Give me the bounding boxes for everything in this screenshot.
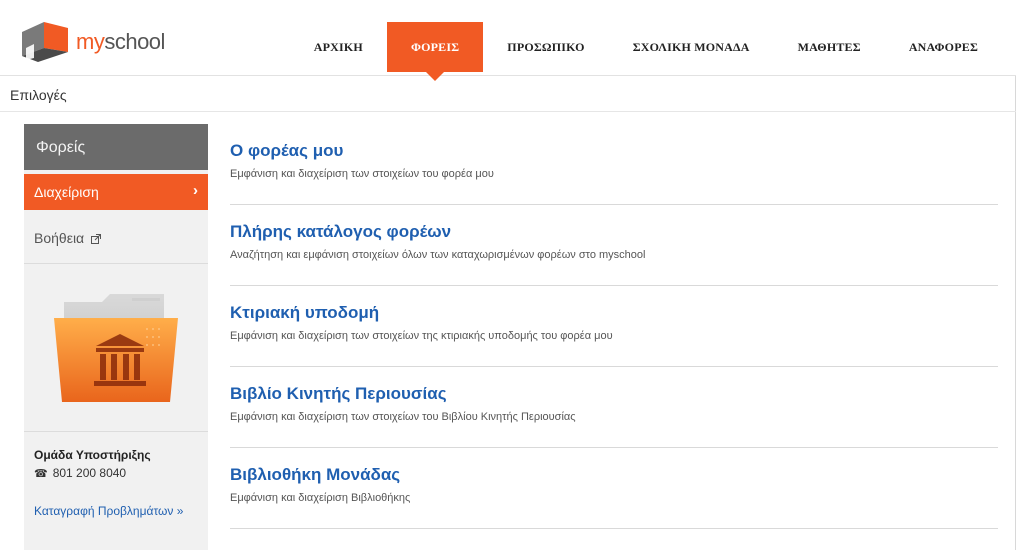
item-title[interactable]: Κτιριακή υποδομή <box>230 303 998 323</box>
main-content: Ο φορέας μου Εμφάνιση και διαχείριση των… <box>230 124 998 529</box>
item-title[interactable]: Βιβλίο Κινητής Περιουσίας <box>230 384 998 404</box>
chevron-right-icon: › <box>193 182 198 199</box>
logo-text: myschool <box>76 29 165 55</box>
page: myschool ΑΡΧΙΚΗ ΦΟΡΕΙΣ ΠΡΟΣΩΠΙΚΟ ΣΧΟΛΙΚΗ… <box>0 0 1016 550</box>
logo-text-school: school <box>104 29 165 54</box>
item-description: Εμφάνιση και διαχείριση των στοιχείων το… <box>230 168 494 180</box>
item-title[interactable]: Πλήρης κατάλογος φορέων <box>230 222 998 242</box>
sidebar-item-management[interactable]: Διαχείριση › <box>24 174 208 210</box>
nav-item-reports[interactable]: ΑΝΑΦΟΡΕΣ <box>885 22 1002 72</box>
institution-folder-icon <box>54 293 178 402</box>
list-item-my-institution[interactable]: Ο φορέας μου Εμφάνιση και διαχείριση των… <box>230 124 998 205</box>
main-nav: ΑΡΧΙΚΗ ΦΟΡΕΙΣ ΠΡΟΣΩΠΙΚΟ ΣΧΟΛΙΚΗ ΜΟΝΑΔΑ Μ… <box>290 22 1002 81</box>
sidebar-item-label: Διαχείριση <box>34 184 99 200</box>
list-item-institutions-catalog[interactable]: Πλήρης κατάλογος φορέων Αναζήτηση και εμ… <box>230 205 998 286</box>
list-item-unit-library[interactable]: Βιβλιοθήκη Μονάδας Εμφάνιση και διαχείρι… <box>230 448 998 529</box>
nav-item-home[interactable]: ΑΡΧΙΚΗ <box>290 22 387 72</box>
support-box: Ομάδα Υποστήριξης ☎ 801 200 8040 Καταγρα… <box>24 432 208 518</box>
sidebar-item-label: Βοήθεια <box>34 230 85 246</box>
options-bar: Επιλογές <box>0 76 1016 112</box>
nav-item-school-unit[interactable]: ΣΧΟΛΙΚΗ ΜΟΝΑΔΑ <box>609 22 774 72</box>
list-item-movable-property-book[interactable]: Βιβλίο Κινητής Περιουσίας Εμφάνιση και δ… <box>230 367 998 448</box>
folder-illustration <box>24 264 208 432</box>
item-description: Εμφάνιση και διαχείριση των στοιχείων τη… <box>230 330 613 342</box>
sidebar-title: Φορείς <box>24 124 208 170</box>
phone-icon: ☎ <box>34 467 48 480</box>
logo[interactable]: myschool <box>22 22 165 62</box>
item-description: Αναζήτηση και εμφάνιση στοιχείων όλων τω… <box>230 249 646 261</box>
logo-text-my: my <box>76 29 105 54</box>
myschool-logo-icon <box>22 22 68 62</box>
header: myschool ΑΡΧΙΚΗ ΦΟΡΕΙΣ ΠΡΟΣΩΠΙΚΟ ΣΧΟΛΙΚΗ… <box>0 0 1016 81</box>
item-description: Εμφάνιση και διαχείριση των στοιχείων το… <box>230 411 576 423</box>
report-issues-link[interactable]: Καταγραφή Προβλημάτων » <box>34 504 208 518</box>
external-link-icon <box>91 234 102 244</box>
nav-item-students[interactable]: ΜΑΘΗΤΕΣ <box>774 22 885 72</box>
options-label: Επιλογές <box>10 87 67 103</box>
sidebar: Φορείς Διαχείριση › Βοήθεια Ομάδα Υποστή… <box>24 124 208 550</box>
item-title[interactable]: Βιβλιοθήκη Μονάδας <box>230 465 998 485</box>
sidebar-item-help[interactable]: Βοήθεια <box>24 210 208 264</box>
support-phone-row: ☎ 801 200 8040 <box>34 466 208 480</box>
nav-item-institutions[interactable]: ΦΟΡΕΙΣ <box>386 22 484 81</box>
item-title[interactable]: Ο φορέας μου <box>230 141 998 161</box>
support-phone: 801 200 8040 <box>52 466 127 480</box>
support-title: Ομάδα Υποστήριξης <box>34 448 151 462</box>
item-description: Εμφάνιση και διαχείριση Βιβλιοθήκης <box>230 492 411 504</box>
list-item-building-infrastructure[interactable]: Κτιριακή υποδομή Εμφάνιση και διαχείριση… <box>230 286 998 367</box>
nav-item-personnel[interactable]: ΠΡΟΣΩΠΙΚΟ <box>483 22 608 72</box>
